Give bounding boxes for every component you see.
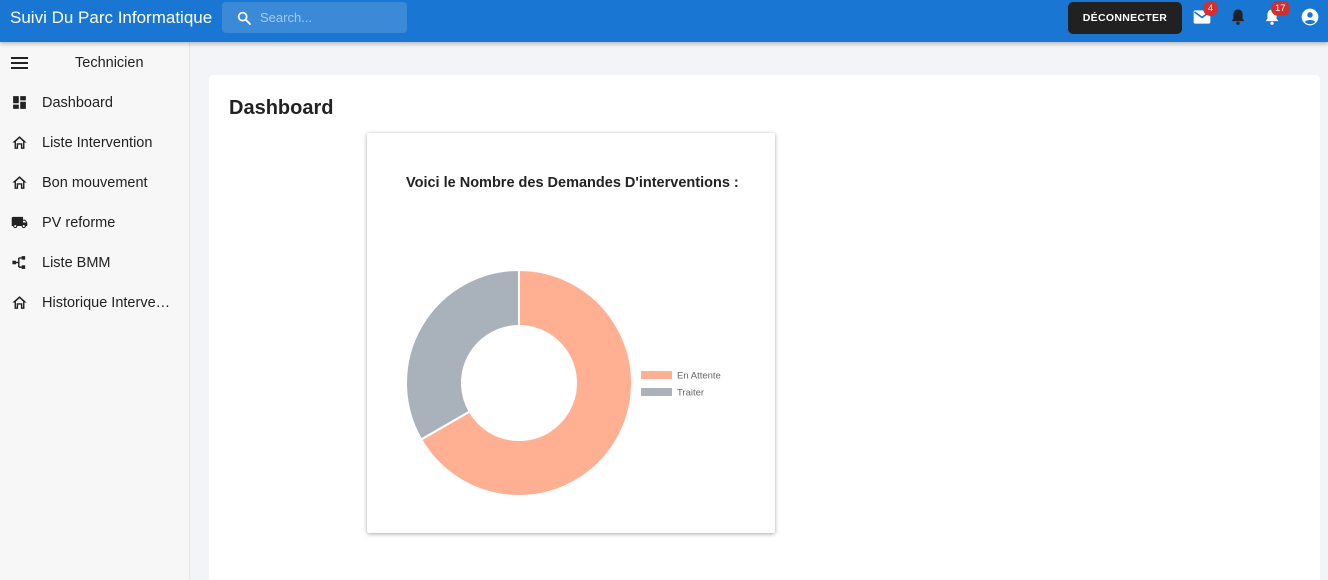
tree-icon [11,254,28,271]
alerts-button[interactable] [1228,7,1248,27]
legend-label: En Attente [677,371,721,382]
home-icon [11,174,28,191]
search-box[interactable] [222,2,407,33]
app-bar: Suivi Du Parc Informatique DÉCONNECTER 4… [0,0,1328,42]
donut-chart: En Attente Traiter [405,268,721,497]
main-content: Dashboard Voici le Nombre des Demandes D… [209,75,1320,580]
sidebar-item-pv-reforme[interactable]: PV reforme [0,202,190,242]
mail-badge: 4 [1203,1,1218,16]
sidebar-role: Technicien [75,55,144,71]
sidebar-item-label: Liste BMM [42,255,111,271]
search-input[interactable] [260,8,400,27]
home-icon [11,294,28,311]
sidebar-item-historique-intervention[interactable]: Historique Interve… [0,282,190,322]
notifications-button[interactable]: 17 [1262,1,1290,27]
dashboard-icon [11,94,28,111]
legend-swatch [641,371,672,379]
sidebar-item-label: Bon mouvement [42,175,148,191]
legend-swatch [641,388,672,396]
sidebar-item-label: Liste Intervention [42,135,153,151]
chart-card: Voici le Nombre des Demandes D'intervent… [367,133,775,533]
sidebar-item-liste-bmm[interactable]: Liste BMM [0,242,190,282]
sidebar-item-bon-mouvement[interactable]: Bon mouvement [0,162,190,202]
page-title: Dashboard [229,97,334,119]
donut-slice-traiter[interactable] [405,268,520,441]
sidebar-header: Technicien [0,42,190,82]
app-title: Suivi Du Parc Informatique [10,8,213,27]
menu-icon[interactable] [11,56,29,70]
account-icon [1301,8,1319,26]
mail-button[interactable]: 4 [1192,1,1218,27]
sidebar-item-label: Historique Interve… [42,295,171,311]
notifications-badge: 17 [1271,1,1290,16]
home-icon [11,134,28,151]
sidebar-item-dashboard[interactable]: Dashboard [0,82,190,122]
sidebar-item-liste-intervention[interactable]: Liste Intervention [0,122,190,162]
legend-label: Traiter [677,388,704,399]
sidebar: Technicien Dashboard Liste Intervention … [0,42,190,580]
search-icon [237,11,251,25]
bell-icon [1231,9,1245,25]
logout-button[interactable]: DÉCONNECTER [1068,2,1182,34]
truck-icon [11,214,28,231]
sidebar-item-label: PV reforme [42,215,116,231]
sidebar-item-label: Dashboard [42,95,113,111]
account-button[interactable] [1300,7,1320,27]
